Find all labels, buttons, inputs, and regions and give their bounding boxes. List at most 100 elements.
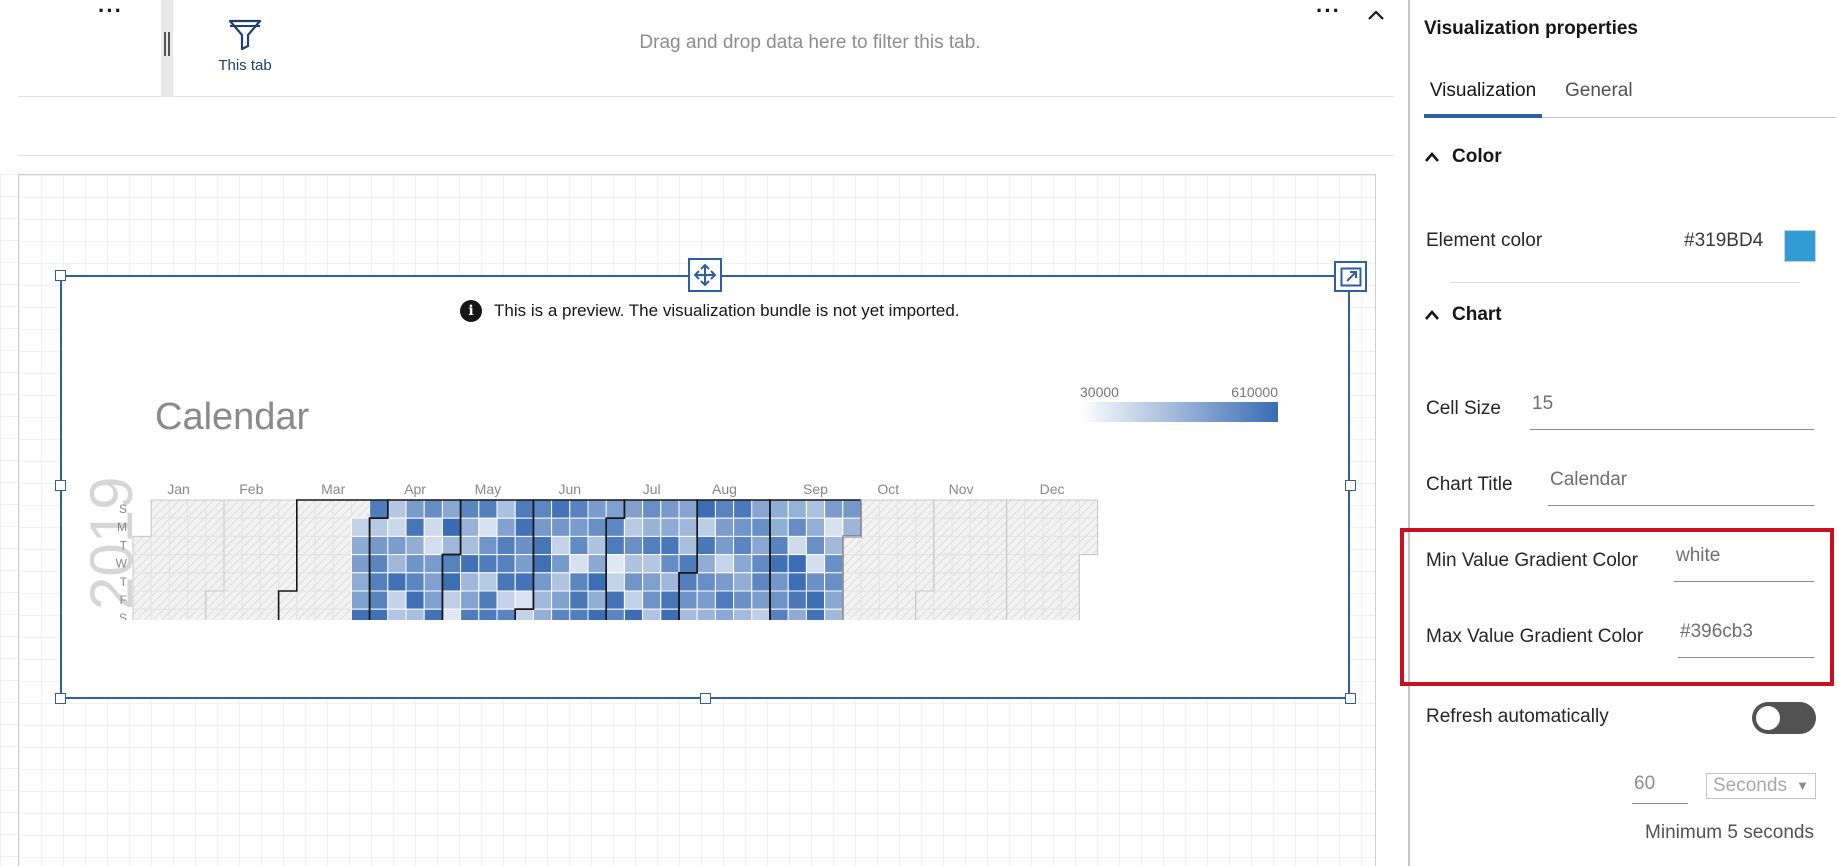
calendar-day-cell: [569, 499, 589, 519]
this-tab-label: This tab: [218, 57, 272, 74]
calendar-day-cell: [496, 535, 516, 556]
color-section-header[interactable]: Color: [1424, 146, 1502, 168]
calendar-day-cell: [1060, 499, 1080, 519]
tab-general[interactable]: General: [1562, 78, 1636, 118]
calendar-day-cell: [1060, 554, 1080, 574]
calendar-day-cell: [423, 572, 443, 592]
calendar-day-cell: [987, 499, 1008, 519]
calendar-day-cell: [168, 499, 189, 519]
calendar-day-cell: [205, 535, 225, 556]
calendar-day-cell: [369, 572, 389, 592]
resize-handle-bottom-right[interactable]: [1345, 693, 1356, 704]
resize-handle-top-left[interactable]: [55, 270, 66, 281]
calendar-day-cell: [842, 554, 862, 574]
calendar-day-cell: [969, 535, 989, 556]
calendar-day-cell: [241, 499, 261, 519]
calendar-day-cell: [1006, 572, 1026, 592]
calendar-day-cell: [314, 517, 334, 537]
calendar-day-cell: [1006, 590, 1026, 610]
calendar-day-cell: [387, 535, 407, 556]
calendar-day-cell: [1006, 608, 1026, 620]
calendar-day-cell: [314, 608, 334, 620]
calendar-day-cell: [1042, 590, 1062, 610]
calendar-day-cell: [278, 535, 298, 556]
filter-overflow-menu-icon[interactable]: ···: [1316, 0, 1341, 22]
calendar-day-cell: [751, 517, 771, 537]
refresh-interval-input[interactable]: 60: [1632, 773, 1688, 804]
calendar-day-cell: [296, 535, 316, 556]
calendar-day-cell: [241, 554, 261, 574]
resize-handle-bottom-center[interactable]: [700, 693, 711, 704]
calendar-day-cell: [805, 517, 826, 537]
calendar-day-cell: [278, 590, 298, 610]
calendar-day-cell: [751, 608, 771, 620]
calendar-day-cell: [350, 499, 371, 519]
calendar-day-cell: [696, 608, 716, 620]
calendar-day-cell: [441, 590, 462, 610]
chart-title-input[interactable]: Calendar: [1548, 469, 1814, 506]
refresh-toggle[interactable]: [1752, 702, 1816, 734]
calendar-day-cell: [969, 608, 989, 620]
calendar-day-cell: [642, 517, 662, 537]
calendar-day-cell: [842, 608, 862, 620]
calendar-day-cell: [205, 608, 225, 620]
calendar-day-cell: [678, 499, 698, 519]
calendar-day-cell: [259, 535, 280, 556]
calendar-day-cell: [587, 517, 607, 537]
calendar-day-cell: [223, 517, 243, 537]
calendar-day-cell: [569, 590, 589, 610]
tab-visualization[interactable]: Visualization: [1424, 78, 1542, 118]
section-divider: [1450, 282, 1800, 283]
calendar-day-cell: [751, 554, 771, 574]
calendar-day-cell: [150, 535, 170, 556]
calendar-day-cell: [805, 590, 826, 610]
calendar-day-cell: [441, 554, 462, 574]
calendar-day-cell: [1060, 590, 1080, 610]
calendar-day-cell: [369, 535, 389, 556]
resize-handle-middle-right[interactable]: [1345, 480, 1356, 491]
min-gradient-color-input[interactable]: white: [1674, 545, 1814, 582]
calendar-day-cell: [824, 517, 844, 537]
calendar-day-cell: [187, 499, 207, 519]
calendar-day-cell: [496, 499, 516, 519]
calendar-day-cell: [951, 499, 971, 519]
calendar-day-cell: [787, 590, 807, 610]
calendar-day-cell: [551, 572, 571, 592]
resize-handle-middle-left[interactable]: [55, 480, 66, 491]
calendar-day-cell: [896, 535, 917, 556]
app-window: ··· This tab Drag and drop data here to …: [0, 0, 1838, 866]
properties-panel: Visualization properties Visualization G…: [1408, 0, 1838, 866]
element-color-swatch[interactable]: [1784, 230, 1816, 262]
calendar-day-cell: [1024, 608, 1044, 620]
calendar-day-cell: [1042, 608, 1062, 620]
this-tab-filter-button[interactable]: This tab: [212, 18, 278, 74]
calendar-day-cell: [860, 608, 880, 620]
calendar-day-cell: [787, 499, 807, 519]
calendar-day-cell: [824, 499, 844, 519]
calendar-day-cell: [514, 572, 534, 592]
calendar-day-cell: [751, 590, 771, 610]
move-widget-button[interactable]: [688, 258, 722, 292]
cell-size-input[interactable]: 15: [1530, 393, 1814, 430]
calendar-day-cell: [569, 608, 589, 620]
max-gradient-color-input[interactable]: #396cb3: [1678, 621, 1814, 658]
calendar-day-cell: [642, 590, 662, 610]
weekday-label: W: [116, 557, 128, 571]
calendar-day-cell: [787, 608, 807, 620]
collapse-chevron-icon[interactable]: [1367, 8, 1385, 22]
calendar-day-cell: [787, 535, 807, 556]
calendar-day-cell: [751, 572, 771, 592]
month-label: Mar: [321, 481, 345, 497]
calendar-day-cell: [1060, 572, 1080, 592]
month-label: Jan: [167, 481, 190, 497]
maximize-widget-button[interactable]: [1334, 261, 1367, 292]
chart-section-header[interactable]: Chart: [1424, 304, 1502, 326]
chart-title: Calendar: [155, 396, 310, 438]
calendar-day-cell: [623, 535, 644, 556]
resize-handle-bottom-left[interactable]: [55, 693, 66, 704]
calendar-day-cell: [387, 608, 407, 620]
calendar-day-cell: [532, 608, 553, 620]
calendar-day-cell: [915, 535, 935, 556]
refresh-unit-select[interactable]: Seconds ▼: [1706, 773, 1816, 799]
calendar-day-cell: [969, 554, 989, 574]
